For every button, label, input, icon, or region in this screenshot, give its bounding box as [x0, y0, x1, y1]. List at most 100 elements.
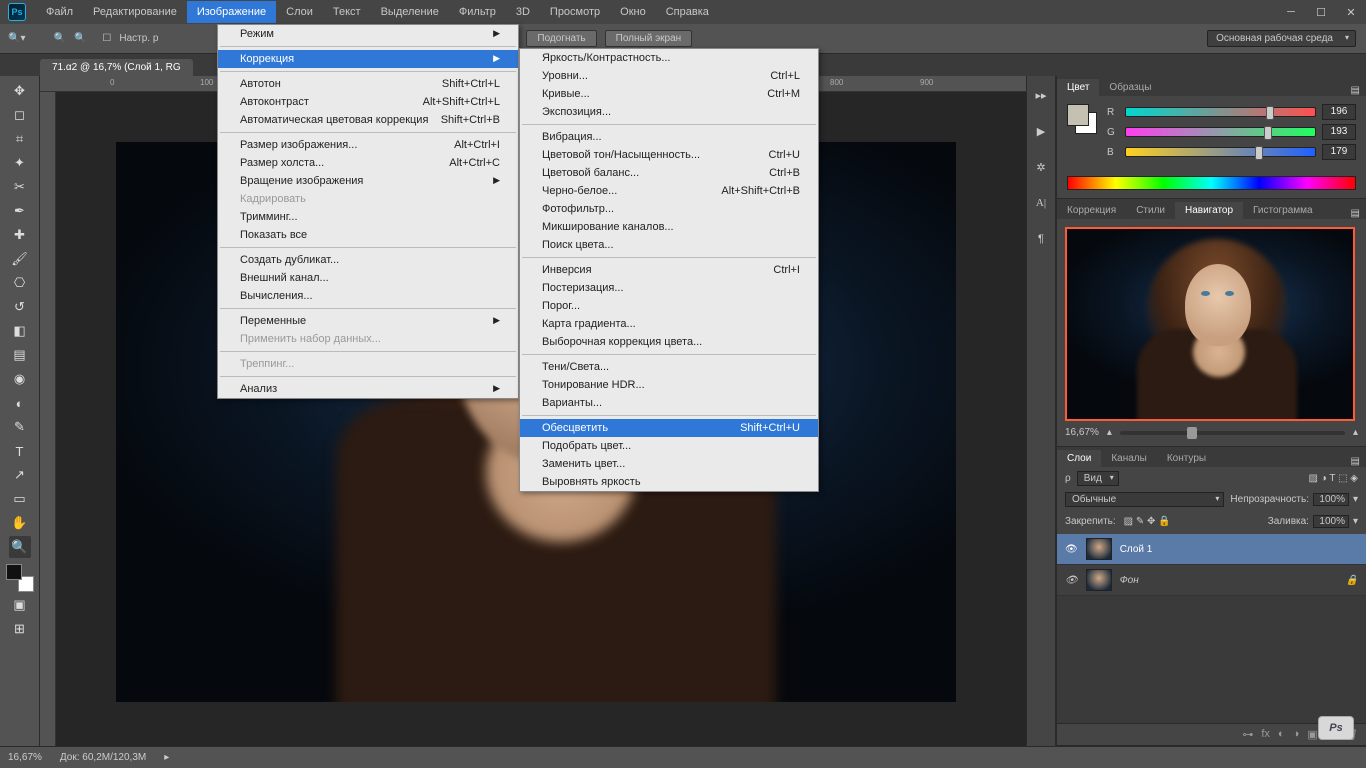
layer-thumbnail[interactable]	[1086, 569, 1112, 591]
dodge-tool[interactable]: ◐	[9, 392, 31, 414]
hand-tool[interactable]: ✋	[9, 512, 31, 534]
screenmode-tool[interactable]: ⊞	[9, 618, 31, 640]
tab-swatches[interactable]: Образцы	[1099, 79, 1161, 96]
menu-item[interactable]: Показать все	[218, 226, 518, 244]
lock-icons[interactable]: ▨ ✎ ✥ 🔒	[1124, 516, 1171, 527]
menu-view[interactable]: Просмотр	[540, 1, 610, 23]
document-tab[interactable]: 71.α2 @ 16,7% (Слой 1, RG	[40, 59, 193, 76]
opacity-value[interactable]: 100%	[1313, 493, 1349, 506]
window-minimize[interactable]: ─	[1276, 0, 1306, 24]
quickmask-tool[interactable]: ▣	[9, 594, 31, 616]
menu-item[interactable]: Режим▶	[218, 25, 518, 43]
lasso-tool[interactable]: ⌗	[9, 128, 31, 150]
type-tool[interactable]: T	[9, 440, 31, 462]
menu-item[interactable]: ИнверсияCtrl+I	[520, 261, 818, 279]
color-swatches[interactable]	[6, 564, 34, 592]
menu-item[interactable]: Варианты...	[520, 394, 818, 412]
menu-item[interactable]: Размер холста...Alt+Ctrl+C	[218, 154, 518, 172]
menu-item[interactable]: Выборочная коррекция цвета...	[520, 333, 818, 351]
stamp-tool[interactable]: ⎔	[9, 272, 31, 294]
pen-tool[interactable]: ✎	[9, 416, 31, 438]
menu-item[interactable]: Тени/Света...	[520, 358, 818, 376]
menu-item[interactable]: Внешний канал...	[218, 269, 518, 287]
shape-tool[interactable]: ▭	[9, 488, 31, 510]
menu-item[interactable]: Размер изображения...Alt+Ctrl+I	[218, 136, 518, 154]
heal-tool[interactable]: ✚	[9, 224, 31, 246]
layer-thumbnail[interactable]	[1086, 538, 1112, 560]
menu-item[interactable]: Постеризация...	[520, 279, 818, 297]
menu-item[interactable]: Выровнять яркость	[520, 473, 818, 491]
color-swatch[interactable]	[1067, 104, 1097, 134]
window-maximize[interactable]: ☐	[1306, 0, 1336, 24]
dock-icon-brush[interactable]: ✲	[1032, 158, 1050, 176]
menu-item[interactable]: Фотофильтр...	[520, 200, 818, 218]
workspace-selector[interactable]: Основная рабочая среда	[1207, 30, 1356, 47]
menu-image[interactable]: Изображение	[187, 1, 276, 23]
menu-item[interactable]: АвтоконтрастAlt+Shift+Ctrl+L	[218, 93, 518, 111]
nav-zoom-out-icon[interactable]: ▴	[1107, 427, 1112, 438]
adjustment-layer-icon[interactable]: ◑	[1293, 728, 1300, 741]
navigator-thumbnail[interactable]	[1065, 227, 1355, 421]
tab-layers[interactable]: Слои	[1057, 450, 1101, 467]
fx-icon[interactable]: fx	[1261, 728, 1270, 741]
menu-item[interactable]: Тонирование HDR...	[520, 376, 818, 394]
menu-layers[interactable]: Слои	[276, 1, 323, 23]
zoom-in-icon[interactable]: 🔍	[53, 33, 65, 44]
color-spectrum[interactable]	[1067, 176, 1356, 190]
window-close[interactable]: ✕	[1336, 0, 1366, 24]
b-slider[interactable]	[1125, 147, 1316, 157]
menu-item[interactable]: Вычисления...	[218, 287, 518, 305]
layer-name[interactable]: Слой 1	[1120, 544, 1153, 555]
tab-channels[interactable]: Каналы	[1101, 450, 1157, 467]
menu-item[interactable]: Вращение изображения▶	[218, 172, 518, 190]
r-value[interactable]: 196	[1322, 104, 1356, 120]
menu-item[interactable]: АвтотонShift+Ctrl+L	[218, 75, 518, 93]
menu-item[interactable]: Автоматическая цветовая коррекцияShift+C…	[218, 111, 518, 129]
blend-mode-select[interactable]: Обычные	[1065, 492, 1224, 507]
b-value[interactable]: 179	[1322, 144, 1356, 160]
menu-help[interactable]: Справка	[656, 1, 719, 23]
menu-item[interactable]: Коррекция▶	[218, 50, 518, 68]
menu-item[interactable]: Анализ▶	[218, 380, 518, 398]
tab-color[interactable]: Цвет	[1057, 79, 1099, 96]
fill-value[interactable]: 100%	[1313, 515, 1349, 528]
menu-item[interactable]: Цветовой баланс...Ctrl+B	[520, 164, 818, 182]
marquee-tool[interactable]: ◻	[9, 104, 31, 126]
menu-item[interactable]: Подобрать цвет...	[520, 437, 818, 455]
nav-zoom-in-icon[interactable]: ▴	[1353, 427, 1358, 438]
zoom-out-icon[interactable]: 🔍	[74, 33, 86, 44]
wand-tool[interactable]: ✦	[9, 152, 31, 174]
eyedropper-tool[interactable]: ✒	[9, 200, 31, 222]
tab-adjustments[interactable]: Коррекция	[1057, 202, 1126, 219]
menu-item[interactable]: Цветовой тон/Насыщенность...Ctrl+U	[520, 146, 818, 164]
menu-item[interactable]: Уровни...Ctrl+L	[520, 67, 818, 85]
link-layers-icon[interactable]: ⊶	[1242, 728, 1253, 741]
blur-tool[interactable]: ◉	[9, 368, 31, 390]
menu-item[interactable]: Создать дубликат...	[218, 251, 518, 269]
path-tool[interactable]: ↗	[9, 464, 31, 486]
layer-filter-kind[interactable]: Вид	[1077, 471, 1119, 486]
gradient-tool[interactable]: ▤	[9, 344, 31, 366]
fit-screen-button[interactable]: Подогнать	[526, 30, 596, 47]
group-icon[interactable]: ▣	[1307, 728, 1317, 741]
g-slider[interactable]	[1125, 127, 1316, 137]
menu-window[interactable]: Окно	[610, 1, 656, 23]
panel-menu-icon[interactable]: ▤	[1345, 208, 1366, 219]
menu-item[interactable]: Вибрация...	[520, 128, 818, 146]
status-zoom[interactable]: 16,67%	[8, 752, 42, 763]
tab-styles[interactable]: Стили	[1126, 202, 1175, 219]
dock-icon-para[interactable]: ¶	[1032, 230, 1050, 248]
menu-item[interactable]: Заменить цвет...	[520, 455, 818, 473]
r-slider[interactable]	[1125, 107, 1316, 117]
menu-3d[interactable]: 3D	[506, 1, 540, 23]
g-value[interactable]: 193	[1322, 124, 1356, 140]
visibility-icon[interactable]: 👁	[1065, 575, 1078, 586]
brush-tool[interactable]: 🖌	[9, 248, 31, 270]
layer-item[interactable]: 👁 Фон 🔒	[1057, 565, 1366, 596]
menu-select[interactable]: Выделение	[371, 1, 449, 23]
zoom-tool[interactable]: 🔍	[9, 536, 31, 558]
menu-item[interactable]: Кривые...Ctrl+M	[520, 85, 818, 103]
menu-item[interactable]: Тримминг...	[218, 208, 518, 226]
fullscreen-button[interactable]: Полный экран	[605, 30, 693, 47]
panel-menu-icon[interactable]: ▤	[1345, 456, 1366, 467]
